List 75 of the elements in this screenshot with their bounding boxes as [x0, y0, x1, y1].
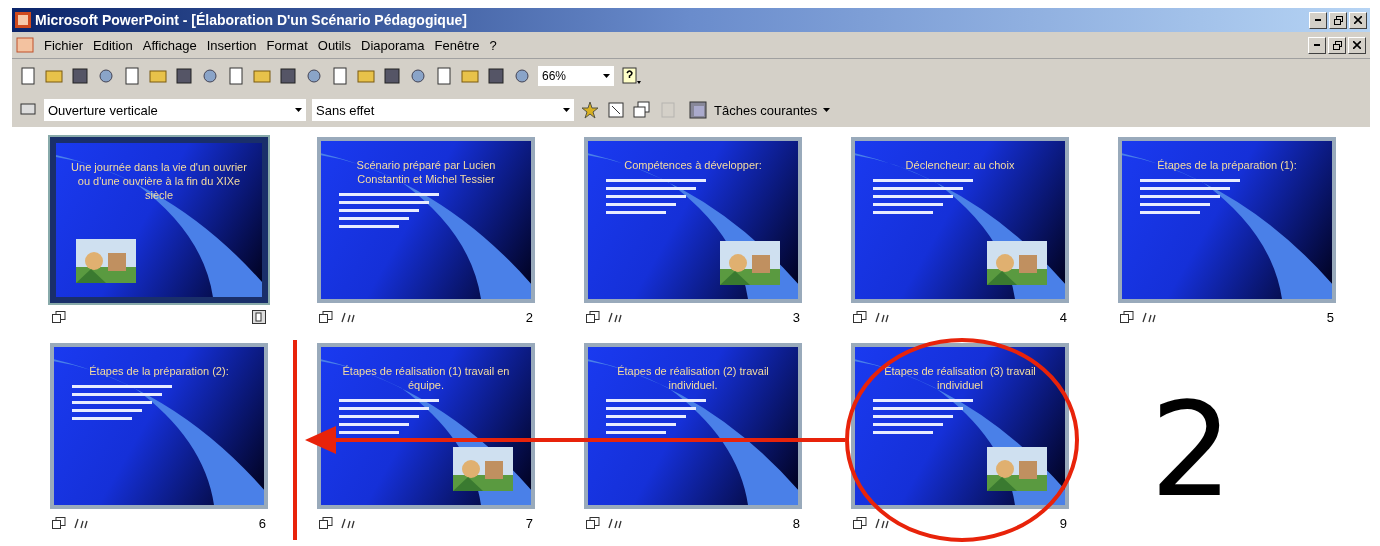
- slide-box-icon: [252, 310, 266, 324]
- slide-number: 2: [525, 309, 533, 325]
- slide-thumbnail[interactable]: Étapes de la préparation (2):: [50, 343, 268, 509]
- transition-icon: [853, 517, 867, 529]
- app-icon: [15, 12, 31, 28]
- menu-item[interactable]: Insertion: [206, 37, 257, 53]
- slide-thumbnail[interactable]: Déclencheur: au choix: [851, 137, 1069, 303]
- close-button[interactable]: [1349, 11, 1367, 29]
- caret-icon: [603, 74, 610, 78]
- slide-thumbnail[interactable]: Étapes de réalisation (3) travail individuel: [851, 343, 1069, 509]
- slide-title: Étapes de la préparation (1):: [1156, 159, 1298, 173]
- caret-icon: [295, 108, 302, 112]
- transition-icon: [52, 517, 66, 529]
- summary-slide-icon[interactable]: [632, 100, 652, 120]
- minimize-button[interactable]: [1308, 36, 1326, 54]
- slide-title: Compétences à développer:: [623, 159, 763, 173]
- close-button[interactable]: [1348, 36, 1366, 54]
- slide-thumbnail[interactable]: Étapes de la préparation (1):: [1118, 137, 1336, 303]
- slide-title: Étapes de la préparation (2):: [88, 365, 230, 379]
- help-icon[interactable]: [620, 66, 642, 86]
- slide-number: 3: [792, 309, 800, 325]
- slide-thumbnail[interactable]: Étapes de réalisation (1) travail en équipe.: [317, 343, 535, 509]
- restore-icon: [1332, 40, 1342, 50]
- transition-dropdown[interactable]: Ouverture verticale: [44, 99, 306, 121]
- slide-title: Étapes de réalisation (3) travail individuel: [883, 365, 1037, 393]
- slide-title: Déclencheur: au choix: [904, 159, 1016, 173]
- tasks-icon: [688, 100, 708, 120]
- caret-icon: [563, 108, 570, 112]
- menu-item[interactable]: Format: [266, 37, 308, 53]
- slide-number: 6: [258, 515, 266, 531]
- slide-number: 9: [1059, 515, 1067, 531]
- transition-icon: [586, 517, 600, 529]
- slide-title: Étapes de réalisation (2) travail individuel.: [616, 365, 770, 393]
- transition-icon: [1120, 311, 1134, 323]
- menu-item[interactable]: Fichier: [44, 37, 83, 53]
- zoom-field[interactable]: 66%: [538, 66, 614, 86]
- minimize-button[interactable]: [1309, 11, 1327, 29]
- menu-item[interactable]: Outils: [317, 37, 351, 53]
- transition-icon: [319, 311, 333, 323]
- window-title: Microsoft PowerPoint - [Élaboration D'un Scénario Pédagogique]: [35, 12, 467, 28]
- slide-number: 8: [792, 515, 800, 531]
- menu-item[interactable]: Edition: [93, 37, 133, 53]
- annotation-label: 2: [1150, 385, 1233, 515]
- menu-item[interactable]: Fenêtre: [434, 37, 480, 53]
- slide-number: 5: [1326, 309, 1334, 325]
- slide-number: 4: [1059, 309, 1067, 325]
- transition-icon: [52, 311, 66, 323]
- new-file-icon[interactable]: [18, 66, 38, 86]
- transition-icon: [319, 517, 333, 529]
- slide-thumbnail[interactable]: Une journée dans la vie d'un ouvrier ou d'une ouvrière à la fin du XIXe siècle: [50, 137, 268, 303]
- slide-number: 7: [525, 515, 533, 531]
- menu-item[interactable]: Diaporama: [361, 37, 425, 53]
- menu-item[interactable]: Affichage: [142, 37, 197, 53]
- transition-icon: [586, 311, 600, 323]
- slide-thumbnail[interactable]: Compétences à développer:: [584, 137, 802, 303]
- slide-title: Étapes de réalisation (1) travail en équipe.: [341, 365, 511, 393]
- hide-slide-icon[interactable]: [606, 100, 626, 120]
- close-icon: [1353, 41, 1361, 49]
- slide-title: Une journée dans la vie d'un ouvrier ou d'une ouvrière à la fin du XIXe siècle: [70, 161, 248, 203]
- close-icon: [1354, 16, 1362, 24]
- transition-icon: [853, 311, 867, 323]
- menu-item[interactable]: ?: [489, 37, 497, 53]
- minimize-icon: [1315, 19, 1321, 21]
- minimize-icon: [1314, 44, 1320, 46]
- slide-title: Scénario préparé par Lucien Constantin et Michel Tessier: [355, 159, 497, 187]
- slide-thumbnail[interactable]: Scénario préparé par Lucien Constantin et Michel Tessier: [317, 137, 535, 303]
- restore-button[interactable]: [1329, 11, 1347, 29]
- star-icon[interactable]: [580, 100, 600, 120]
- slide-thumbnail[interactable]: Étapes de réalisation (2) travail individuel.: [584, 343, 802, 509]
- document-icon: [16, 37, 34, 53]
- caret-icon: [823, 108, 831, 112]
- restore-icon: [1333, 15, 1343, 25]
- tasks-button[interactable]: Tâches courantes: [684, 100, 835, 120]
- animation-dropdown[interactable]: Sans effet: [312, 99, 574, 121]
- restore-button[interactable]: [1328, 36, 1346, 54]
